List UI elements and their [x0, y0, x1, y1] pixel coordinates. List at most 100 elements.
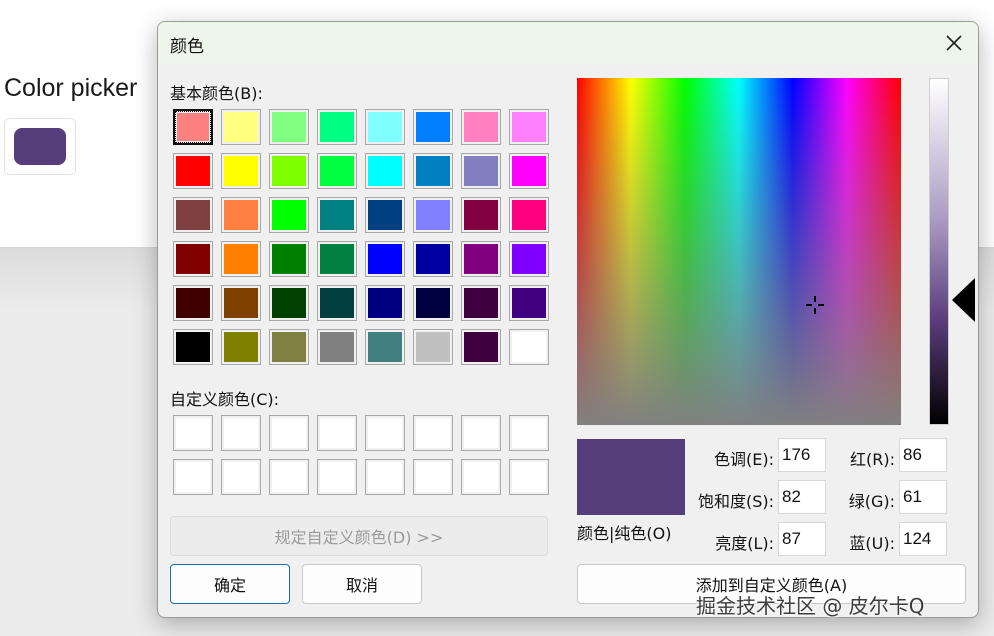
- basic-color-swatch[interactable]: [461, 285, 501, 321]
- swatch-fill: [224, 418, 258, 448]
- swatch-fill: [512, 112, 546, 142]
- basic-color-swatch[interactable]: [269, 197, 309, 233]
- color-spectrum[interactable]: [577, 78, 901, 425]
- basic-color-swatch[interactable]: [509, 285, 549, 321]
- basic-color-swatch[interactable]: [413, 329, 453, 365]
- basic-color-swatch[interactable]: [317, 109, 357, 145]
- basic-color-swatch[interactable]: [221, 241, 261, 277]
- swatch-fill: [176, 288, 210, 318]
- basic-color-swatch[interactable]: [173, 109, 213, 145]
- basic-color-swatch[interactable]: [509, 197, 549, 233]
- swatch-fill: [272, 156, 306, 186]
- basic-color-swatch[interactable]: [173, 153, 213, 189]
- swatch-fill: [512, 244, 546, 274]
- swatch-fill: [224, 288, 258, 318]
- basic-color-swatch[interactable]: [269, 241, 309, 277]
- custom-color-swatch[interactable]: [173, 415, 213, 451]
- basic-color-swatch[interactable]: [173, 329, 213, 365]
- custom-color-swatch[interactable]: [509, 415, 549, 451]
- custom-color-swatch[interactable]: [221, 415, 261, 451]
- swatch-fill: [416, 288, 450, 318]
- swatch-fill: [272, 462, 306, 492]
- basic-color-swatch[interactable]: [173, 197, 213, 233]
- swatch-fill: [368, 156, 402, 186]
- basic-color-swatch[interactable]: [461, 153, 501, 189]
- basic-color-swatch[interactable]: [173, 285, 213, 321]
- red-input[interactable]: [899, 438, 947, 472]
- hue-label: 色调(E):: [714, 450, 774, 469]
- custom-color-swatch[interactable]: [317, 415, 357, 451]
- custom-color-swatch[interactable]: [461, 415, 501, 451]
- basic-color-swatch[interactable]: [269, 109, 309, 145]
- swatch-fill: [224, 200, 258, 230]
- custom-color-swatch[interactable]: [269, 415, 309, 451]
- basic-color-swatch[interactable]: [221, 153, 261, 189]
- basic-color-swatch[interactable]: [221, 197, 261, 233]
- custom-color-swatch[interactable]: [365, 459, 405, 495]
- basic-color-swatch[interactable]: [317, 241, 357, 277]
- ok-button[interactable]: 确定: [170, 564, 290, 604]
- swatch-fill: [176, 200, 210, 230]
- basic-color-swatch[interactable]: [365, 153, 405, 189]
- basic-color-swatch[interactable]: [221, 329, 261, 365]
- basic-color-swatch[interactable]: [365, 241, 405, 277]
- basic-color-swatch[interactable]: [413, 109, 453, 145]
- swatch-fill: [512, 332, 546, 362]
- color-picker-button[interactable]: [4, 118, 76, 175]
- basic-color-swatch[interactable]: [317, 285, 357, 321]
- custom-color-swatch[interactable]: [413, 415, 453, 451]
- custom-color-swatch[interactable]: [269, 459, 309, 495]
- basic-color-swatch[interactable]: [173, 241, 213, 277]
- basic-color-swatch[interactable]: [509, 109, 549, 145]
- blue-input[interactable]: [899, 522, 947, 556]
- basic-color-swatch[interactable]: [317, 329, 357, 365]
- basic-color-swatch[interactable]: [413, 197, 453, 233]
- swatch-fill: [320, 156, 354, 186]
- basic-color-swatch[interactable]: [317, 197, 357, 233]
- basic-colors-label: 基本颜色(B):: [170, 84, 263, 103]
- swatch-fill: [416, 332, 450, 362]
- basic-color-swatch[interactable]: [221, 285, 261, 321]
- basic-color-swatch[interactable]: [509, 329, 549, 365]
- basic-color-swatch[interactable]: [509, 153, 549, 189]
- basic-colors-grid: [173, 109, 549, 365]
- basic-color-swatch[interactable]: [413, 241, 453, 277]
- swatch-fill: [224, 112, 258, 142]
- basic-color-swatch[interactable]: [269, 329, 309, 365]
- cancel-button[interactable]: 取消: [302, 564, 422, 604]
- green-input[interactable]: [899, 480, 947, 514]
- basic-color-swatch[interactable]: [365, 197, 405, 233]
- swatch-fill: [464, 418, 498, 448]
- basic-color-swatch[interactable]: [317, 153, 357, 189]
- basic-color-swatch[interactable]: [461, 197, 501, 233]
- custom-color-swatch[interactable]: [173, 459, 213, 495]
- custom-color-swatch[interactable]: [461, 459, 501, 495]
- define-custom-colors-button[interactable]: 规定自定义颜色(D) >>: [170, 516, 548, 556]
- swatch-fill: [176, 332, 210, 362]
- custom-color-swatch[interactable]: [509, 459, 549, 495]
- basic-color-swatch[interactable]: [461, 109, 501, 145]
- luminance-arrow-icon[interactable]: [951, 278, 975, 322]
- custom-color-swatch[interactable]: [317, 459, 357, 495]
- basic-color-swatch[interactable]: [461, 329, 501, 365]
- basic-color-swatch[interactable]: [221, 109, 261, 145]
- basic-color-swatch[interactable]: [461, 241, 501, 277]
- swatch-fill: [464, 244, 498, 274]
- swatch-fill: [368, 244, 402, 274]
- basic-color-swatch[interactable]: [365, 329, 405, 365]
- luminance-slider[interactable]: [929, 78, 949, 425]
- basic-color-swatch[interactable]: [509, 241, 549, 277]
- basic-color-swatch[interactable]: [413, 285, 453, 321]
- close-button[interactable]: [930, 22, 978, 64]
- swatch-fill: [464, 200, 498, 230]
- custom-color-swatch[interactable]: [413, 459, 453, 495]
- basic-color-swatch[interactable]: [365, 285, 405, 321]
- basic-color-swatch[interactable]: [413, 153, 453, 189]
- basic-color-swatch[interactable]: [269, 285, 309, 321]
- swatch-fill: [464, 462, 498, 492]
- basic-color-swatch[interactable]: [365, 109, 405, 145]
- custom-color-swatch[interactable]: [221, 459, 261, 495]
- basic-color-swatch[interactable]: [269, 153, 309, 189]
- luminance-label: 亮度(L):: [715, 534, 774, 553]
- custom-color-swatch[interactable]: [365, 415, 405, 451]
